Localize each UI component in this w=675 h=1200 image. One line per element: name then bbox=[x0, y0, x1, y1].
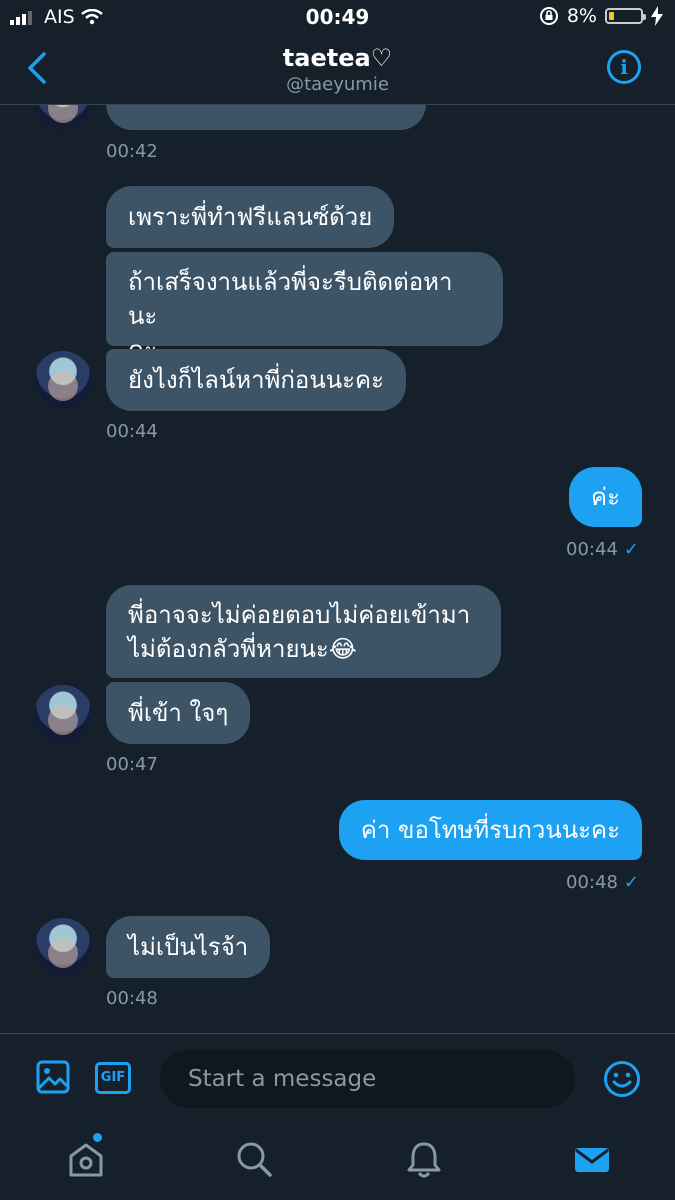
sent-check-icon: ✓ bbox=[623, 872, 639, 893]
timestamp-text: 00:48 bbox=[566, 872, 618, 893]
message-timestamp: 00:42 bbox=[106, 141, 158, 162]
avatar[interactable] bbox=[34, 918, 92, 976]
message-text: ค่ะ bbox=[591, 483, 620, 511]
message-timestamp: 00:44 bbox=[106, 421, 158, 442]
home-icon[interactable] bbox=[66, 1139, 106, 1179]
emoji-icon[interactable] bbox=[603, 1060, 641, 1098]
message-bubble-outgoing[interactable]: ค่า ขอโทษที่รบกวนนะคะ bbox=[338, 800, 642, 860]
message-bubble-incoming[interactable]: ถ้าเสร็จงานแล้วพี่จะรีบติดต่อหานะ คะ bbox=[106, 252, 503, 364]
message-timestamp: 00:48 bbox=[106, 988, 158, 1009]
message-bubble-incoming[interactable]: พี่เข้า ใจๆ bbox=[106, 682, 251, 744]
conversation-header: taetea♡ @taeyumie i bbox=[0, 36, 675, 105]
contact-handle: @taeyumie bbox=[286, 74, 389, 95]
message-timestamp: 00:44 ✓ bbox=[566, 539, 639, 560]
info-icon[interactable]: i bbox=[607, 50, 641, 84]
conversation-title[interactable]: taetea♡ @taeyumie bbox=[0, 44, 675, 95]
sent-check-icon: ✓ bbox=[623, 539, 639, 560]
avatar[interactable] bbox=[34, 685, 92, 743]
avatar[interactable] bbox=[34, 105, 92, 131]
message-text: ไม่ต้องกลัวพี่หายนะ😂 bbox=[128, 635, 357, 663]
rotation-lock-icon bbox=[539, 7, 558, 25]
message-text: พี่อาจจะไม่ค่อยตอบไม่ค่อยเข้ามา bbox=[128, 601, 471, 629]
message-text: พี่เข้า ใจๆ bbox=[128, 699, 229, 727]
gif-icon[interactable]: GIF bbox=[95, 1062, 131, 1094]
message-bubble-outgoing[interactable]: ค่ะ bbox=[569, 467, 642, 527]
mail-icon[interactable] bbox=[572, 1139, 612, 1179]
contact-name: taetea♡ bbox=[282, 44, 393, 72]
message-bubble-incoming[interactable]: พี่อาจจะไม่ค่อยตอบไม่ค่อยเข้ามา ไม่ต้องก… bbox=[106, 585, 501, 678]
message-text: เพราะพี่ทำฟรีแลนซ์ด้วย bbox=[128, 203, 373, 231]
status-bar: AIS 00:49 8% bbox=[0, 0, 675, 36]
timestamp-text: 00:44 bbox=[566, 539, 618, 560]
message-timestamp: 00:47 bbox=[106, 754, 158, 775]
status-right: 8% bbox=[539, 5, 663, 27]
message-text: ค่า ขอโทษที่รบกวนนะคะ bbox=[360, 816, 620, 844]
message-list: 00:42 เพราะพี่ทำฟรีแลนซ์ด้วย ถ้าเสร็จงาน… bbox=[0, 105, 675, 1033]
message-timestamp: 00:48 ✓ bbox=[566, 872, 639, 893]
battery-icon bbox=[605, 8, 646, 24]
message-composer: GIF Start a message bbox=[0, 1033, 675, 1124]
message-text: ถ้าเสร็จงานแล้วพี่จะรีบติดต่อหานะ bbox=[128, 268, 453, 330]
avatar[interactable] bbox=[34, 351, 92, 409]
notification-dot bbox=[93, 1133, 102, 1142]
message-bubble-incoming[interactable]: ยังไงก็ไลน์หาพี่ก่อนนะคะ bbox=[106, 349, 406, 411]
image-icon[interactable] bbox=[36, 1060, 70, 1094]
message-text: ยังไงก็ไลน์หาพี่ก่อนนะคะ bbox=[128, 366, 384, 394]
bell-icon[interactable] bbox=[404, 1139, 444, 1179]
battery-percent: 8% bbox=[566, 5, 597, 27]
message-bubble-incoming[interactable] bbox=[106, 105, 426, 130]
message-input[interactable]: Start a message bbox=[160, 1050, 575, 1108]
search-icon[interactable] bbox=[234, 1139, 274, 1179]
message-bubble-incoming[interactable]: เพราะพี่ทำฟรีแลนซ์ด้วย bbox=[106, 186, 395, 248]
message-bubble-incoming[interactable]: ไม่เป็นไรจ้า bbox=[106, 916, 271, 978]
message-input-placeholder: Start a message bbox=[188, 1066, 377, 1092]
message-text: ไม่เป็นไรจ้า bbox=[128, 933, 249, 961]
charging-icon bbox=[651, 6, 663, 26]
